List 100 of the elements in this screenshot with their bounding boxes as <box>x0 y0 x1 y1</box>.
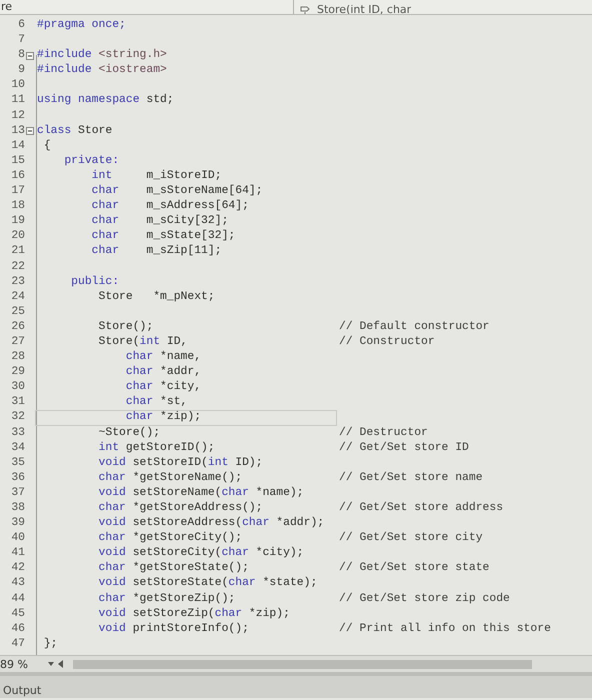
line-number: 40 <box>10 531 25 546</box>
code-text: *zip); <box>159 410 202 426</box>
code-text: setStoreState( <box>132 576 228 592</box>
line-number: 32 <box>10 410 25 426</box>
line-number: 29 <box>10 365 25 380</box>
line-number: 47 <box>10 636 25 652</box>
code-comment: // Get/Set store address <box>339 501 504 516</box>
keyword: char <box>214 606 242 622</box>
code-text: *addr); <box>275 516 324 532</box>
keyword: char <box>90 214 120 230</box>
keyword: void <box>98 456 126 471</box>
code-text: m_sState[32]; <box>145 229 236 244</box>
collapse-icon[interactable] <box>26 52 34 60</box>
keyword: void <box>98 606 126 622</box>
keyword: int <box>90 168 112 184</box>
code-text: m_sCity[32]; <box>145 214 228 230</box>
scroll-left-icon[interactable] <box>58 660 63 668</box>
code-text: setStoreID( <box>132 456 208 471</box>
line-number: 33 <box>10 426 25 441</box>
code-comment: // Default constructor <box>339 320 490 335</box>
keyword: char <box>124 395 154 410</box>
keyword: int <box>208 456 228 471</box>
code-text: *state); <box>262 576 318 592</box>
line-number: 17 <box>10 184 25 200</box>
line-number: 19 <box>10 214 25 230</box>
keyword: char <box>98 592 126 607</box>
keyword: char <box>124 380 154 396</box>
line-number: 28 <box>10 350 25 366</box>
keyword: char <box>90 229 120 244</box>
keyword: char <box>228 576 256 592</box>
keyword: #include <box>37 63 92 78</box>
keyword: private: <box>63 154 120 169</box>
line-number: 43 <box>10 576 25 592</box>
line-number: 37 <box>10 486 25 501</box>
code-text: setStoreAddress( <box>132 516 242 532</box>
code-text: *name, <box>159 350 202 366</box>
line-number: 8 <box>17 48 25 64</box>
keyword: void <box>98 622 126 637</box>
line-number: 42 <box>10 561 25 576</box>
code-text: Store *m_pNext; <box>98 290 215 305</box>
code-comment: // Print all info on this store <box>339 622 551 637</box>
line-number: 38 <box>10 501 25 516</box>
code-text: m_sAddress[64]; <box>145 199 249 214</box>
keyword: void <box>98 486 126 501</box>
code-text: *getStoreAddress(); <box>132 501 263 516</box>
keyword: int <box>140 334 160 350</box>
keyword: public: <box>70 274 120 290</box>
code-text: setStoreCity( <box>132 546 222 562</box>
keyword: char <box>98 531 126 546</box>
keyword: void <box>98 516 126 532</box>
code-text: setStoreName( <box>132 486 222 501</box>
horizontal-scrollbar[interactable] <box>73 660 532 668</box>
string-literal: <string.h> <box>98 48 167 64</box>
dropdown-caret-icon[interactable] <box>48 662 54 666</box>
keyword: char <box>222 486 249 501</box>
line-number: 13 <box>10 124 25 139</box>
line-number: 26 <box>10 320 25 335</box>
keyword: char <box>98 501 126 516</box>
file-tab-label[interactable]: re <box>0 0 12 14</box>
zoom-level[interactable]: 89 % <box>0 658 40 670</box>
code-text: { <box>42 138 51 154</box>
code-text: Store <box>77 124 112 139</box>
code-text: Store(); <box>98 320 154 335</box>
keyword: int <box>98 440 120 456</box>
keyword: void <box>98 546 126 562</box>
line-number: 30 <box>10 380 25 396</box>
code-comment: // Destructor <box>339 426 428 441</box>
line-number: 6 <box>17 18 25 33</box>
keyword: class <box>37 124 72 139</box>
line-number: 10 <box>10 78 25 94</box>
line-number: 44 <box>10 592 25 607</box>
line-number: 21 <box>10 244 25 260</box>
keyword: #pragma once; <box>37 18 126 33</box>
line-number: 31 <box>10 395 25 410</box>
line-number: 41 <box>10 546 25 562</box>
line-number: 45 <box>10 606 25 622</box>
code-text: getStoreID(); <box>124 440 215 456</box>
line-number: 23 <box>10 274 25 290</box>
collapse-icon[interactable] <box>26 127 34 136</box>
code-text: *getStoreState(); <box>132 561 249 576</box>
keyword: char <box>222 546 249 562</box>
line-number: 9 <box>17 63 25 78</box>
keyword: #include <box>37 48 92 64</box>
output-panel-title[interactable]: Output <box>0 684 42 698</box>
line-number: 11 <box>10 93 25 108</box>
code-text: *getStoreZip(); <box>132 592 236 607</box>
code-text: Store( <box>98 334 140 350</box>
member-icon <box>300 5 311 14</box>
code-text: *city, <box>159 380 202 396</box>
line-number: 7 <box>17 33 25 48</box>
code-text: *getStoreName(); <box>132 470 242 486</box>
code-comment: // Get/Set store name <box>339 470 483 486</box>
code-text: }; <box>42 636 58 652</box>
code-text: std; <box>145 93 174 108</box>
keyword: using namespace <box>37 93 140 108</box>
code-text: m_sStoreName[64]; <box>145 184 263 200</box>
keyword: char <box>98 561 126 576</box>
code-text: ID, <box>166 334 188 350</box>
code-text: m_sZip[11]; <box>145 244 222 260</box>
string-literal: <iostream> <box>98 63 167 78</box>
